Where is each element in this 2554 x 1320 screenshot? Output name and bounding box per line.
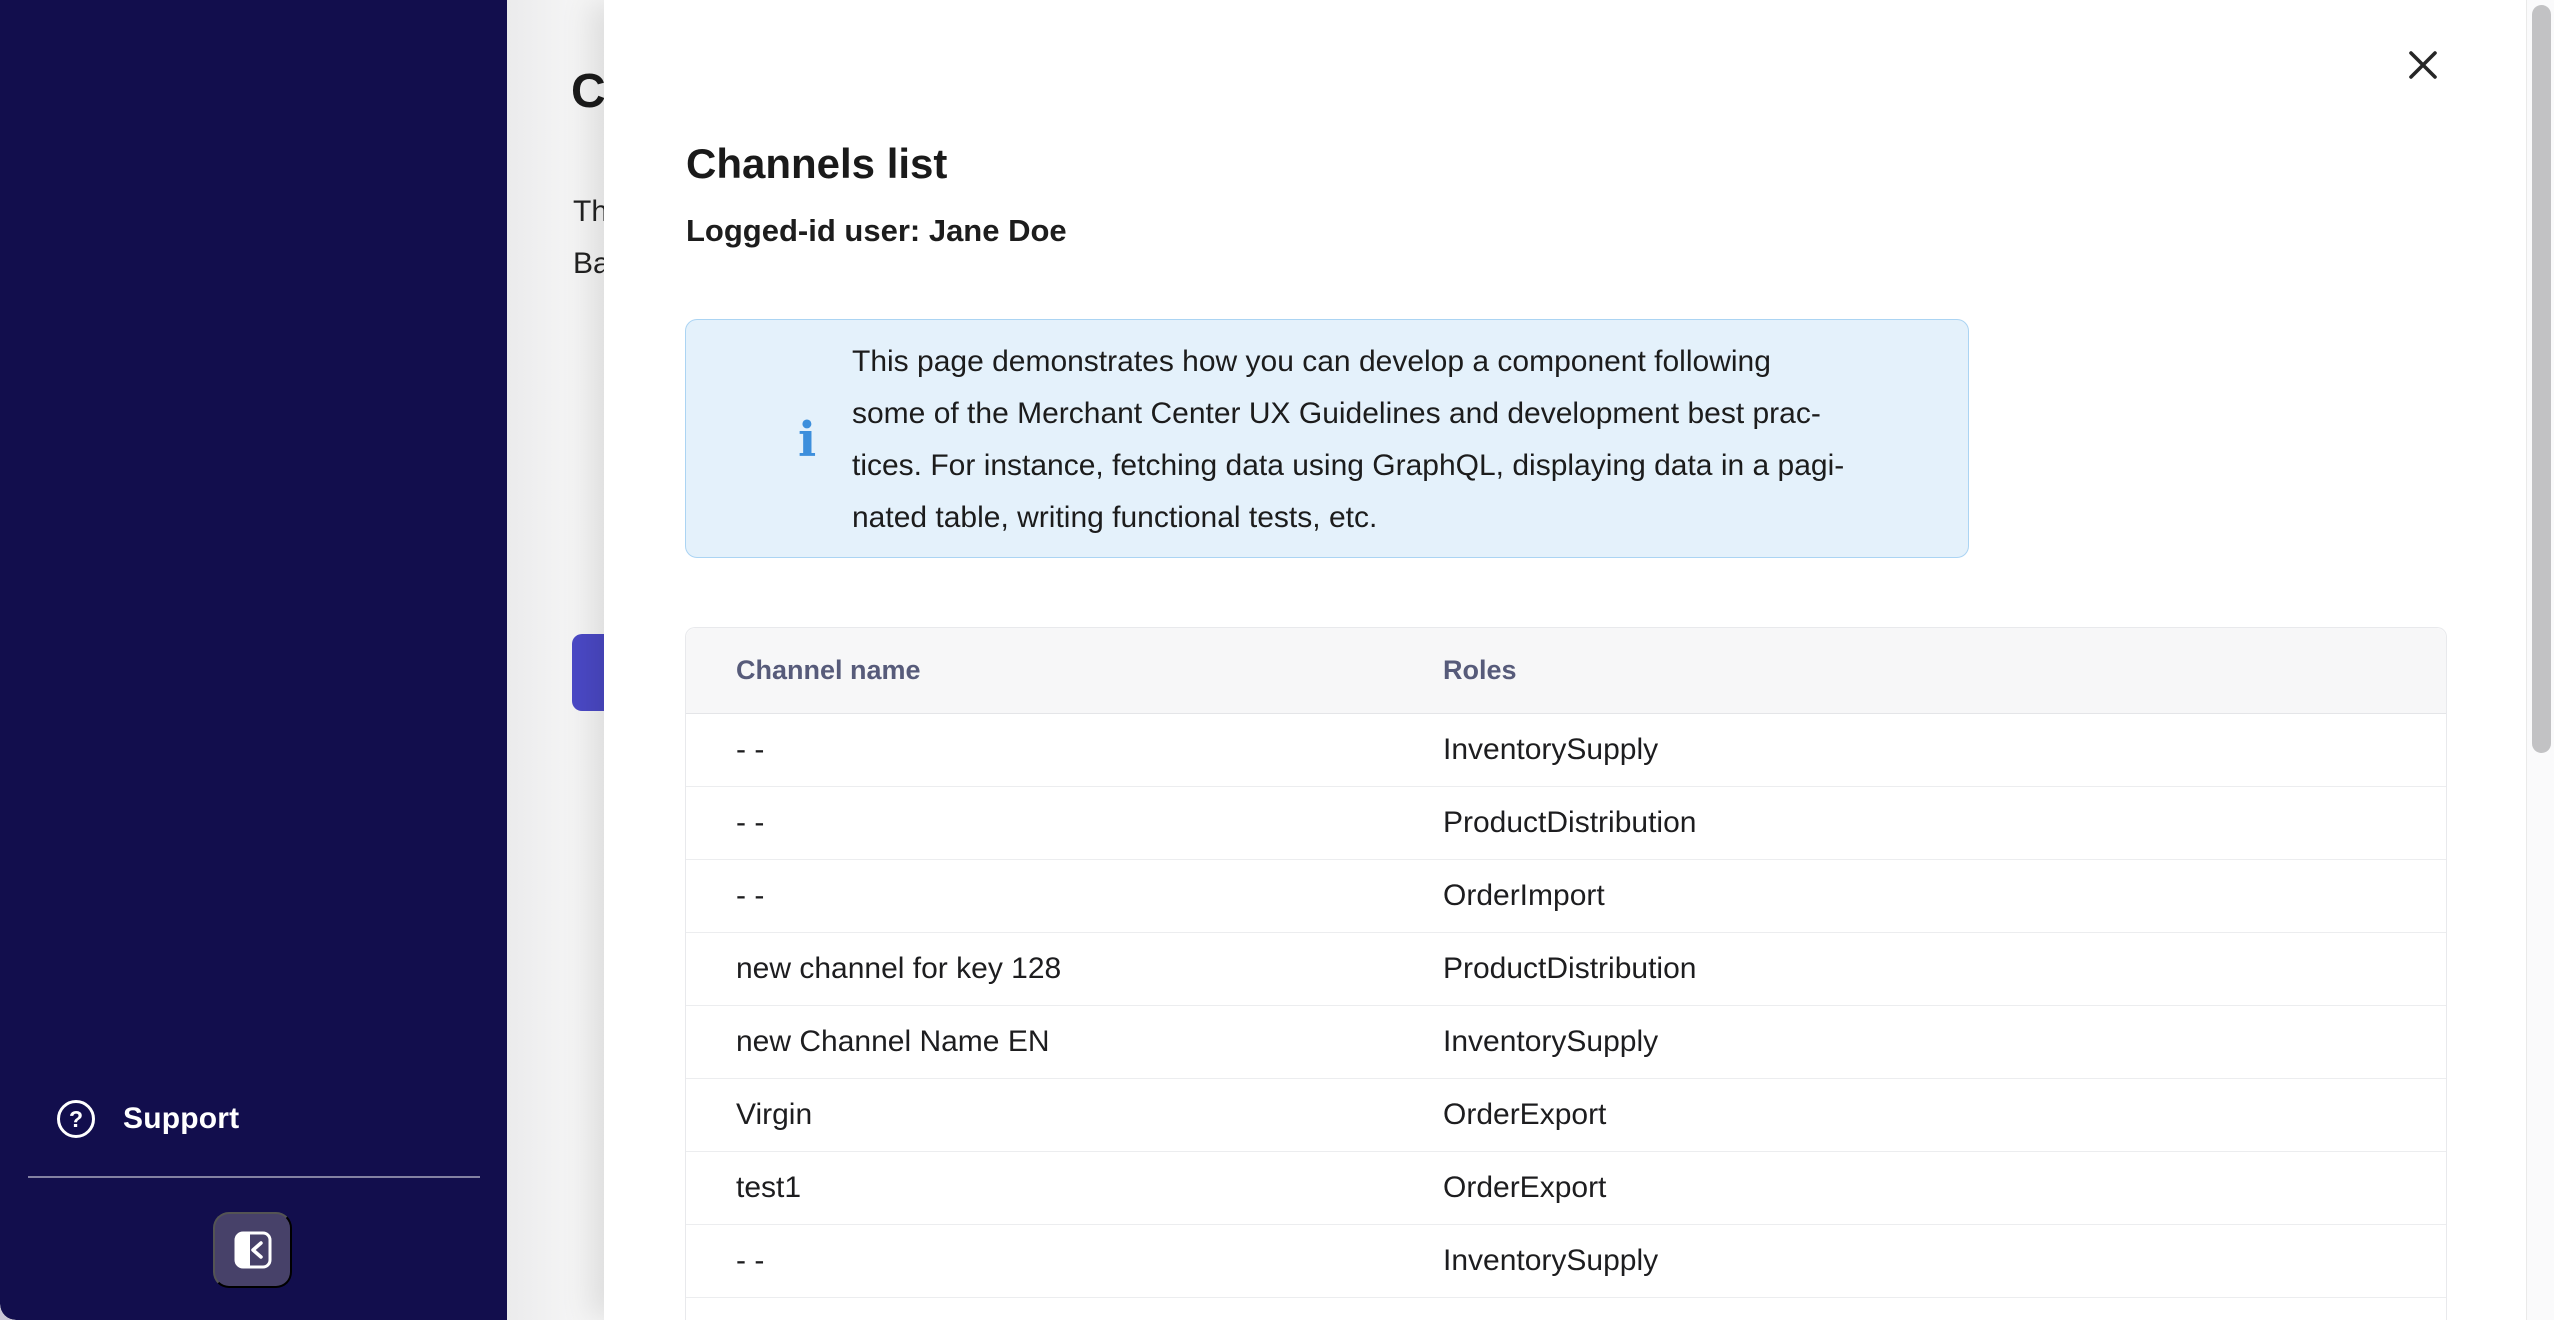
channel-name-cell: - - — [686, 1244, 1393, 1278]
info-icon: i — [798, 416, 816, 464]
table-row[interactable]: - - ProductDistribution — [686, 787, 2446, 860]
collapse-sidebar-button[interactable] — [213, 1212, 292, 1288]
column-header-channel-name: Channel name — [686, 655, 1393, 686]
table-row[interactable]: new channel for key 128 ProductDistribut… — [686, 933, 2446, 1006]
table-row[interactable]: - - InventorySupply — [686, 1225, 2446, 1298]
channels-table: Channel name Roles - - InventorySupply -… — [685, 627, 2447, 1320]
table-row[interactable]: - - OrderImport — [686, 860, 2446, 933]
logged-in-user-subtitle: Logged-id user: Jane Doe — [686, 213, 1067, 249]
info-message-box: i This page demonstrates how you can dev… — [685, 319, 1969, 558]
channel-role-cell: ProductDistribution — [1393, 952, 2446, 986]
channel-role-cell: OrderExport — [1393, 1098, 2446, 1132]
support-label: Support — [123, 1102, 239, 1136]
channel-name-cell: new channel for key 128 — [686, 952, 1393, 986]
table-row[interactable]: - - InventorySupply — [686, 714, 2446, 787]
channel-name-cell: - - — [686, 806, 1393, 840]
help-icon: ? — [57, 1100, 95, 1138]
channel-role-cell: OrderExport — [1393, 1171, 2446, 1205]
sidebar-item-support[interactable]: ? Support — [57, 1100, 239, 1138]
sidebar: ? Support — [0, 0, 507, 1320]
table-row[interactable]: Virgin OrderExport — [686, 1079, 2446, 1152]
background-page-title-fragment: C — [571, 64, 606, 119]
channel-role-cell: InventorySupply — [1393, 1244, 2446, 1278]
channel-name-cell: - - — [686, 879, 1393, 913]
table-row[interactable]: - - InventorySupply — [686, 1298, 2446, 1320]
channels-modal: Channels list Logged-id user: Jane Doe i… — [604, 0, 2526, 1320]
channel-role-cell: InventorySupply — [1393, 733, 2446, 767]
table-header-row: Channel name Roles — [686, 628, 2446, 714]
table-body: - - InventorySupply - - ProductDistribut… — [686, 714, 2446, 1320]
close-icon — [2404, 46, 2442, 84]
vertical-scrollbar[interactable] — [2526, 0, 2554, 1320]
close-modal-button[interactable] — [2394, 36, 2452, 94]
column-header-roles: Roles — [1393, 655, 2446, 686]
channel-name-cell: - - — [686, 733, 1393, 767]
channel-name-cell: test1 — [686, 1171, 1393, 1205]
table-row[interactable]: test1 OrderExport — [686, 1152, 2446, 1225]
sidebar-divider — [28, 1176, 480, 1178]
scrollbar-thumb[interactable] — [2532, 5, 2551, 753]
channel-name-cell: new Channel Name EN — [686, 1025, 1393, 1059]
table-row[interactable]: new Channel Name EN InventorySupply — [686, 1006, 2446, 1079]
channel-name-cell: Virgin — [686, 1098, 1393, 1132]
app-window: C Th Ba ? Support — [0, 0, 2554, 1320]
page-title: Channels list — [686, 140, 947, 188]
channel-role-cell: OrderImport — [1393, 879, 2446, 913]
channel-role-cell: ProductDistribution — [1393, 806, 2446, 840]
channel-role-cell: InventorySupply — [1393, 1025, 2446, 1059]
collapse-sidebar-icon — [232, 1229, 274, 1271]
info-message-text: This page demonstrates how you can devel… — [852, 336, 1844, 544]
